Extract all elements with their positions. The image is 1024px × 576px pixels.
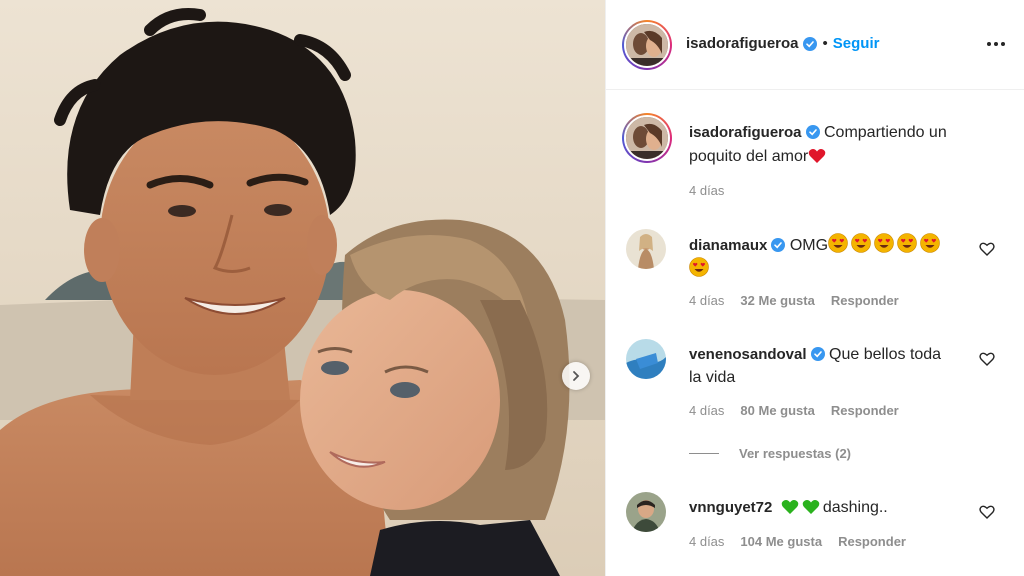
heart-eyes-emoji-icon (897, 233, 917, 253)
avatar-image (626, 339, 666, 379)
comment-likes[interactable]: 104 Me gusta (740, 534, 822, 549)
heart-eyes-emoji-icon (874, 233, 894, 253)
avatar-image (626, 492, 666, 532)
view-replies-label: Ver respuestas (2) (739, 446, 852, 461)
green-heart-emoji-icon (781, 500, 799, 514)
post-side-panel: isadorafigueroa • Seguir isadorafigueroa… (605, 0, 1024, 576)
comment-likes[interactable]: 32 Me gusta (740, 293, 814, 308)
caption-text-block: isadorafigueroa Compartiendo un poquito … (689, 121, 989, 169)
heart-eyes-emoji-icon (689, 257, 709, 277)
comment-time[interactable]: 4 días (689, 403, 724, 418)
separator-dot: • (822, 35, 828, 52)
carousel-next-button[interactable] (562, 362, 590, 390)
author-username[interactable]: isadorafigueroa (686, 35, 799, 52)
comment-text: OMG (789, 237, 829, 254)
comment-time[interactable]: 4 días (689, 293, 724, 308)
comment-username[interactable]: venenosandoval (689, 346, 807, 363)
like-heart-icon[interactable] (979, 504, 995, 520)
replies-divider-line (689, 453, 719, 454)
comment-text-block: vnnguyet72 dashing.. (689, 496, 954, 519)
avatar-image (626, 24, 668, 66)
comment-username[interactable]: vnnguyet72 (689, 499, 772, 516)
commenter-avatar[interactable] (626, 492, 666, 532)
avatar-image (626, 117, 668, 159)
follow-button[interactable]: Seguir (833, 35, 880, 52)
more-options-icon[interactable] (984, 34, 1008, 54)
photo-illustration (0, 0, 605, 576)
comment-text-block: dianamaux OMG (689, 233, 954, 281)
comment-meta: 4 días 80 Me gusta Responder (689, 403, 899, 418)
comment-meta: 4 días 32 Me gusta Responder (689, 293, 899, 308)
view-replies-button[interactable]: Ver respuestas (2) (689, 446, 851, 461)
verified-badge-icon (771, 238, 786, 252)
commenter-avatar[interactable] (626, 229, 666, 269)
comment-text-block: venenosandoval Que bellos toda la vida (689, 343, 954, 389)
commenter-avatar[interactable] (626, 339, 666, 379)
red-heart-emoji-icon (808, 149, 826, 163)
caption-time[interactable]: 4 días (689, 183, 724, 198)
comment-time[interactable]: 4 días (689, 534, 724, 549)
reply-button[interactable]: Responder (838, 534, 906, 549)
chevron-right-icon (573, 371, 580, 381)
heart-eyes-emoji-icon (851, 233, 871, 253)
verified-badge-icon (802, 36, 817, 51)
caption-avatar[interactable] (622, 113, 672, 163)
heart-eyes-emoji-icon (920, 233, 940, 253)
post-photo (0, 0, 605, 576)
comment-likes[interactable]: 80 Me gusta (740, 403, 814, 418)
like-heart-icon[interactable] (979, 241, 995, 257)
like-heart-icon[interactable] (979, 351, 995, 367)
reply-button[interactable]: Responder (831, 293, 899, 308)
verified-badge-icon (810, 347, 825, 361)
avatar-image (626, 229, 666, 269)
verified-badge-icon (805, 125, 820, 139)
post-header: isadorafigueroa • Seguir (606, 0, 1024, 90)
author-avatar[interactable] (622, 20, 672, 70)
heart-eyes-emoji-icon (828, 233, 848, 253)
comment-text: dashing.. (822, 499, 888, 516)
reply-button[interactable]: Responder (831, 403, 899, 418)
comment-meta: 4 días 104 Me gusta Responder (689, 534, 906, 549)
comment-username[interactable]: dianamaux (689, 237, 767, 254)
green-heart-emoji-icon (802, 500, 820, 514)
caption-username[interactable]: isadorafigueroa (689, 124, 802, 141)
